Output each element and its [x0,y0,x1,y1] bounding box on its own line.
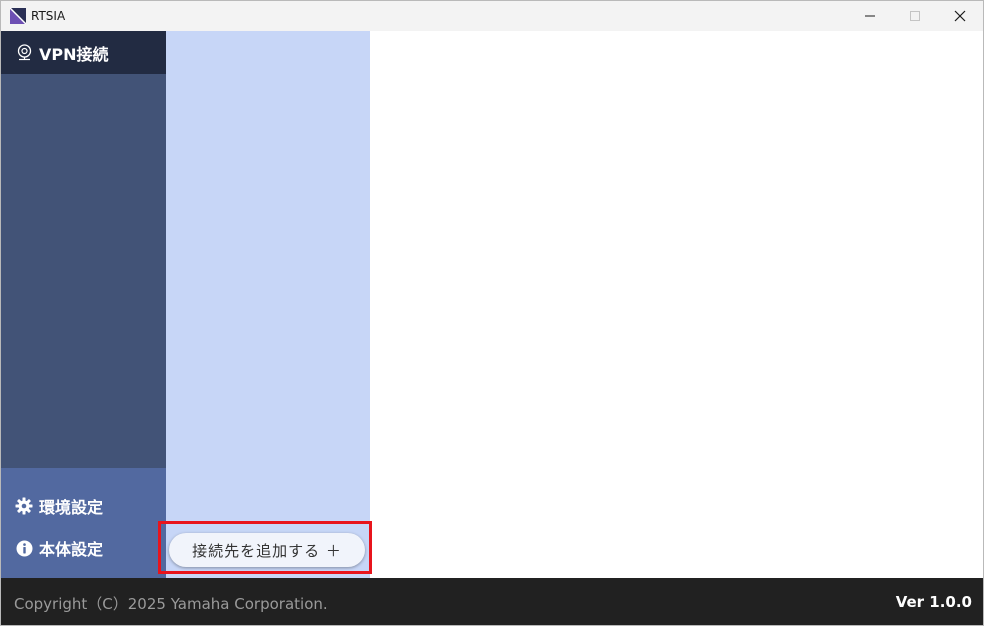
info-icon [15,539,33,557]
vpn-icon [16,44,33,61]
close-button[interactable] [937,1,983,31]
maximize-button[interactable] [892,1,938,31]
sidebar-item-device-settings[interactable]: 本体設定 [1,533,166,563]
version-label: Ver 1.0.0 [895,593,972,611]
app-window: RTSIA VPN接続 環境設定 本体設定 接続先を追加する ＋ Copyrig… [0,0,984,626]
window-title: RTSIA [31,9,66,23]
sidebar-item-label: 環境設定 [39,498,104,517]
sidebar: VPN接続 環境設定 本体設定 [1,31,166,578]
sidebar-settings-group: 環境設定 本体設定 [1,468,166,578]
sidebar-item-label: VPN接続 [39,44,109,64]
minimize-icon [865,15,875,17]
app-logo-icon [9,7,27,25]
sidebar-item-label: 本体設定 [39,540,104,559]
main-content [370,31,983,578]
close-icon [954,10,966,22]
minimize-button[interactable] [847,1,893,31]
copyright-text: Copyright（C）2025 Yamaha Corporation. [14,595,328,613]
maximize-icon [910,11,920,21]
sidebar-item-environment-settings[interactable]: 環境設定 [1,491,166,521]
connection-list-panel [166,31,370,578]
add-connection-button[interactable]: 接続先を追加する ＋ [169,533,365,567]
gear-icon [15,497,33,515]
sidebar-item-vpn[interactable]: VPN接続 [1,31,166,74]
title-bar: RTSIA [1,1,983,31]
footer: Copyright（C）2025 Yamaha Corporation. Ver… [1,578,983,625]
